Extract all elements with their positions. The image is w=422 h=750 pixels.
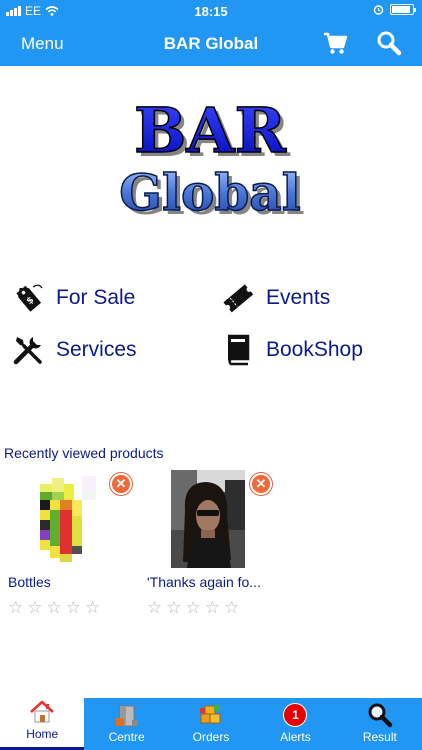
recently-viewed-title: Recently viewed products [4,445,164,461]
menu-button[interactable]: Menu [21,34,64,54]
alerts-badge: 1 [283,703,308,727]
category-for-sale[interactable]: $ For Sale [10,280,135,316]
tab-result[interactable]: Result [338,698,422,750]
tab-label: Centre [108,730,145,744]
star-icon: ☆ [8,598,24,617]
centre-icon [114,702,140,728]
book-icon [220,332,256,368]
tools-icon [10,332,46,368]
home-icon [29,699,55,725]
result-icon [367,702,393,728]
product-name[interactable]: Bottles [8,574,138,590]
star-icon: ☆ [65,598,81,617]
status-bar: EE 18:15 [0,0,422,22]
tab-label: Home [26,727,59,741]
star-icon: ☆ [166,598,182,617]
star-icon: ☆ [185,598,201,617]
tab-bar: Home Centre Orders 1 Alerts Result [0,698,422,750]
tab-alerts[interactable]: 1 Alerts [253,698,337,750]
star-icon: ☆ [204,598,220,617]
clock: 18:15 [194,4,228,19]
price-tag-icon: $ [10,280,46,316]
star-icon: ☆ [224,598,240,617]
search-icon[interactable] [376,30,402,56]
category-label: BookShop [266,338,363,361]
star-icon: ☆ [46,598,62,617]
tab-label: Alerts [280,730,311,744]
cart-icon[interactable] [322,30,348,56]
category-events[interactable]: Events [220,280,330,316]
battery-icon [390,4,416,15]
category-label: Services [56,338,137,361]
orders-icon [198,702,224,728]
tab-orders[interactable]: Orders [169,698,253,750]
remove-product-button[interactable]: ✕ [250,473,272,495]
bar-global-logo: BAR BAR Global Global [110,93,310,228]
remove-product-button[interactable]: ✕ [110,473,132,495]
star-icon: ☆ [27,598,43,617]
svg-text:BAR: BAR [134,96,287,167]
star-icon: ☆ [147,598,163,617]
tab-home[interactable]: Home [0,698,85,750]
tab-centre[interactable]: Centre [84,698,168,750]
product-name[interactable]: 'Thanks again fo... [147,574,277,590]
star-rating: ☆ ☆ ☆ ☆ ☆ [147,598,239,618]
star-icon: ☆ [85,598,101,617]
svg-text:Global: Global [119,163,300,222]
product-image[interactable] [36,470,110,568]
tab-label: Result [362,730,397,744]
star-rating: ☆ ☆ ☆ ☆ ☆ [8,598,100,618]
ticket-icon [220,280,256,316]
category-bookshop[interactable]: BookShop [220,332,363,368]
product-image[interactable] [171,470,245,568]
alarm-icon [373,5,384,15]
tab-label: Orders [192,730,230,744]
nav-bar: Menu BAR Global [0,22,422,66]
category-label: For Sale [56,286,136,309]
category-label: Events [266,286,331,309]
category-services[interactable]: Services [10,332,137,368]
alerts-icon: 1 [282,702,308,728]
